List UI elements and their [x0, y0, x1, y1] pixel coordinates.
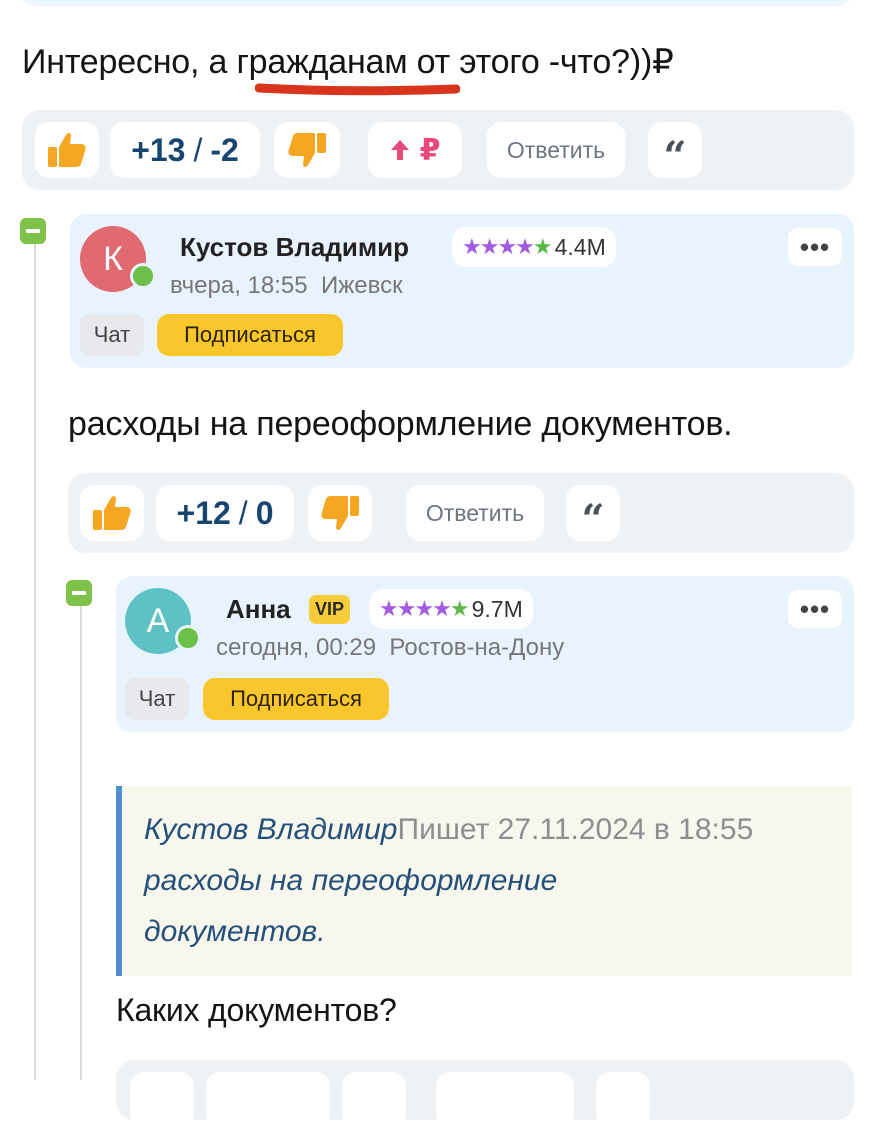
- dislike-button[interactable]: [308, 485, 372, 541]
- user-rating: ★★★★★ 4.4M: [452, 227, 616, 267]
- more-options-icon[interactable]: •••: [788, 228, 842, 266]
- collapse-thread-button[interactable]: [20, 218, 46, 244]
- comment-score: [206, 1072, 330, 1128]
- quote-content: Кустов ВладимирПишет 27.11.2024 в 18:55 …: [144, 804, 844, 957]
- comment-actions: +12/0 Ответить “: [68, 473, 854, 553]
- comment-actions-partial: [116, 1060, 854, 1128]
- comment-actions: +13/-2 ₽ Ответить “: [22, 110, 854, 190]
- thumbs-down-icon: [321, 496, 359, 530]
- quote-line: документов.: [144, 915, 326, 948]
- star-rating-icon: ★★★★★: [379, 596, 470, 621]
- quote-icon[interactable]: “: [648, 122, 702, 178]
- dislike-button[interactable]: [342, 1072, 406, 1128]
- score-separator: /: [238, 494, 248, 531]
- arrow-up-icon: [390, 140, 409, 160]
- quote-author: Кустов Владимир: [144, 813, 398, 846]
- reply-button[interactable]: [436, 1072, 574, 1128]
- score-minus: 0: [255, 494, 274, 531]
- quote-icon[interactable]: “: [566, 485, 620, 541]
- comment-meta: сегодня, 00:29 Ростов-на-Дону: [216, 634, 564, 662]
- score-plus: +13: [131, 131, 186, 168]
- boost-button[interactable]: ₽: [368, 122, 462, 178]
- quoted-comment: Кустов ВладимирПишет 27.11.2024 в 18:55 …: [116, 786, 852, 976]
- score-separator: /: [193, 131, 203, 168]
- chat-button[interactable]: Чат: [80, 314, 144, 356]
- reply-button[interactable]: Ответить: [406, 485, 544, 541]
- thumbs-up-icon: [48, 133, 86, 167]
- red-underline-annotation: [255, 83, 460, 96]
- comment-time: сегодня, 00:29: [216, 634, 377, 661]
- comment-text: Каких документов?: [116, 992, 397, 1028]
- online-status-icon: [130, 263, 156, 289]
- thumbs-up-icon: [93, 496, 131, 530]
- like-button[interactable]: [80, 485, 144, 541]
- score-plus: +12: [176, 494, 231, 531]
- previous-card-edge: [22, 0, 852, 6]
- score-minus: -2: [210, 131, 239, 168]
- collapse-thread-button[interactable]: [66, 580, 92, 606]
- star-rating-icon: ★★★★★: [462, 234, 553, 259]
- comment-score: +12/0: [156, 485, 294, 541]
- comment-header-card: А Анна VIP ★★★★★ 9.7M сегодня, 00:29 Рос…: [116, 576, 854, 732]
- comment-text: расходы на переоформление документов.: [68, 405, 733, 443]
- dislike-button[interactable]: [274, 122, 340, 178]
- rating-value: 4.4M: [554, 233, 606, 260]
- reply-button[interactable]: Ответить: [487, 122, 625, 178]
- comment-header-card: К Кустов Владимир ★★★★★ 4.4M вчера, 18:5…: [70, 214, 854, 368]
- quote-line: расходы на переоформление: [144, 864, 558, 897]
- ruble-icon: ₽: [419, 133, 441, 167]
- author-name[interactable]: Кустов Владимир: [180, 232, 409, 263]
- comment-time: вчера, 18:55: [170, 272, 308, 299]
- comment-meta: вчера, 18:55 Ижевск: [170, 272, 403, 300]
- thread-line-nested: [80, 605, 82, 1080]
- comment-text: Интересно, а гражданам от этого -что?))₽: [22, 43, 674, 81]
- more-options-icon[interactable]: •••: [788, 590, 842, 628]
- vip-badge: VIP: [309, 595, 351, 624]
- quote-meta: Пишет 27.11.2024 в 18:55: [397, 813, 754, 846]
- comment-score: +13/-2: [110, 122, 260, 178]
- user-rating: ★★★★★ 9.7M: [369, 589, 533, 629]
- comment-city: Ростов-на-Дону: [389, 634, 565, 661]
- chat-button[interactable]: Чат: [125, 678, 189, 720]
- comment-city: Ижевск: [320, 272, 403, 299]
- author-name[interactable]: Анна: [226, 594, 291, 625]
- rating-value: 9.7M: [471, 595, 523, 622]
- quote-icon[interactable]: [596, 1072, 650, 1128]
- thread-line: [34, 240, 36, 1080]
- like-button[interactable]: [35, 122, 99, 178]
- subscribe-button[interactable]: Подписаться: [157, 314, 343, 356]
- like-button[interactable]: [130, 1072, 194, 1128]
- thumbs-down-icon: [288, 133, 326, 167]
- subscribe-button[interactable]: Подписаться: [203, 678, 389, 720]
- online-status-icon: [175, 625, 201, 651]
